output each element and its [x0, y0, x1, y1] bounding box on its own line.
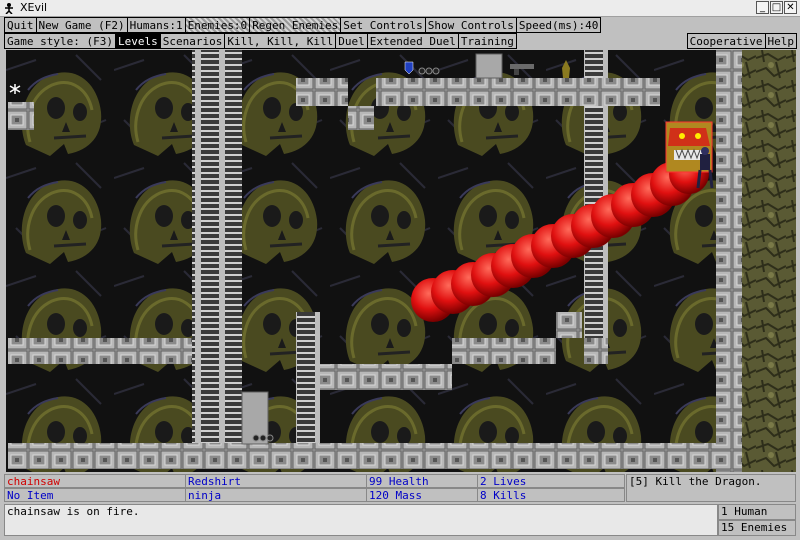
game-style-label: Game style: (F3)	[4, 33, 116, 49]
close-icon[interactable]: ✕	[784, 1, 797, 14]
regen-enemies-button[interactable]: Regen Enemies	[249, 17, 342, 33]
help-button[interactable]: Help	[764, 33, 797, 49]
window-title: XEvil	[20, 1, 48, 14]
new-game-button[interactable]: New Game (F2)	[35, 17, 128, 33]
status-panel: chainsaw No Item Redshirt ninja 99 Healt…	[4, 472, 796, 538]
lives-status: 2 Lives	[477, 474, 625, 488]
game-world	[6, 50, 796, 472]
window-titlebar: XEvil _ □ ✕	[0, 0, 800, 17]
mode-scenarios[interactable]: Scenarios	[159, 33, 226, 49]
player-name: Redshirt	[185, 474, 367, 488]
mode-levels[interactable]: Levels	[114, 33, 161, 49]
maximize-icon[interactable]: □	[770, 1, 783, 14]
human-count: 1 Human	[718, 504, 796, 520]
minimize-icon[interactable]: _	[756, 1, 769, 14]
message-text: chainsaw is on fire.	[4, 504, 718, 536]
player-class: ninja	[185, 488, 367, 502]
xevil-app-icon	[5, 3, 13, 14]
weapon-status: chainsaw	[4, 474, 186, 488]
mass-status: 120 Mass	[366, 488, 478, 502]
enemy-count: 15 Enemies	[718, 520, 796, 536]
quit-button[interactable]: Quit	[4, 17, 37, 33]
objective-text: [5] Kill the Dragon.	[626, 474, 796, 502]
show-controls-button[interactable]: Show Controls	[424, 17, 517, 33]
mode-training[interactable]: Training	[457, 33, 517, 49]
game-style-bar: Game style: (F3) Levels Scenarios Kill, …	[4, 33, 797, 49]
mines-item-icon	[252, 434, 274, 442]
bomb-items-icon	[418, 67, 440, 75]
speed-button[interactable]: Speed(ms):40	[515, 17, 602, 33]
enemies-button[interactable]: Enemies:0	[184, 17, 251, 33]
health-status: 99 Health	[366, 474, 478, 488]
set-controls-button[interactable]: Set Controls	[340, 17, 426, 33]
mode-duel[interactable]: Duel	[335, 33, 368, 49]
item-status: No Item	[4, 488, 186, 502]
mode-kill-kill-kill[interactable]: Kill, Kill, Kill	[224, 33, 337, 49]
rock-wall	[741, 50, 796, 472]
main-menu-bar: Quit New Game (F2) Humans:1 Enemies:0 Re…	[4, 17, 602, 33]
humans-button[interactable]: Humans:1	[126, 17, 186, 33]
cooperative-button[interactable]: Cooperative	[686, 33, 766, 49]
game-arena[interactable]	[6, 50, 796, 472]
skull-background	[6, 50, 796, 472]
mode-extended-duel[interactable]: Extended Duel	[366, 33, 459, 49]
kills-status: 8 Kills	[477, 488, 625, 502]
